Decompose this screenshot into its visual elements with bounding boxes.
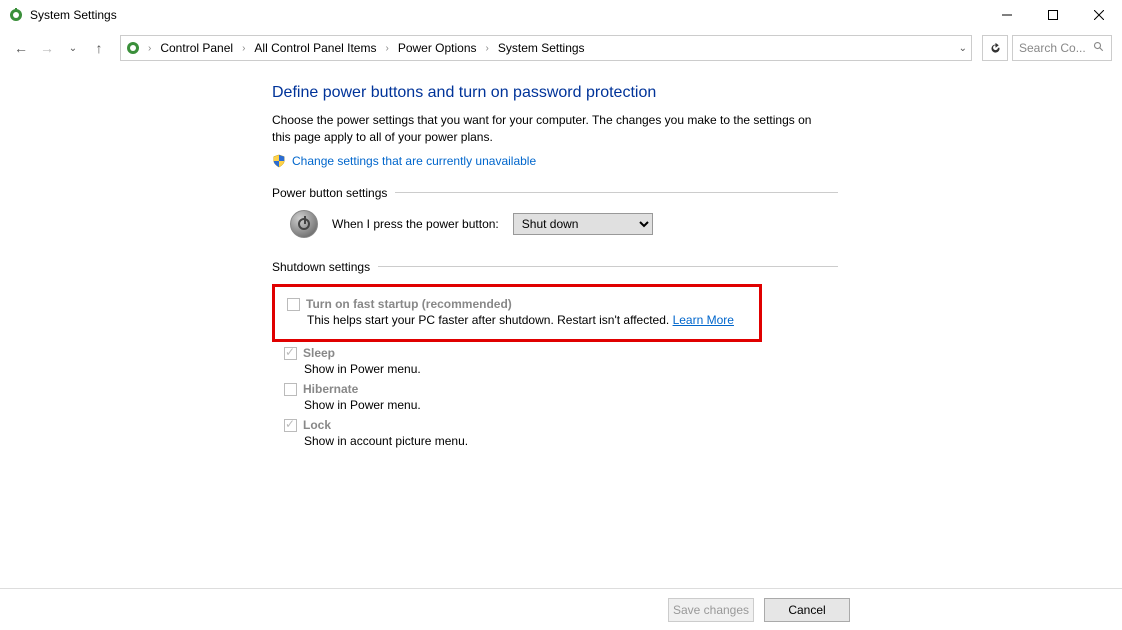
power-icon bbox=[290, 210, 318, 238]
save-button[interactable]: Save changes bbox=[668, 598, 754, 622]
search-placeholder: Search Co... bbox=[1019, 41, 1086, 55]
sleep-desc: Show in Power menu. bbox=[304, 362, 838, 376]
breadcrumb-item[interactable]: All Control Panel Items bbox=[252, 41, 378, 55]
shutdown-settings-list: Turn on fast startup (recommended) This … bbox=[272, 284, 838, 448]
hibernate-row: Hibernate bbox=[284, 382, 838, 396]
nav-row: ← → ⌄ ↑ › Control Panel › All Control Pa… bbox=[0, 30, 1122, 66]
breadcrumb-icon bbox=[125, 40, 141, 56]
divider bbox=[395, 192, 838, 193]
footer: Save changes Cancel bbox=[0, 588, 1122, 630]
app-icon bbox=[8, 7, 24, 23]
maximize-button[interactable] bbox=[1030, 0, 1076, 30]
divider bbox=[378, 266, 838, 267]
chevron-right-icon: › bbox=[382, 43, 391, 54]
close-button[interactable] bbox=[1076, 0, 1122, 30]
fast-startup-label: Turn on fast startup (recommended) bbox=[306, 297, 512, 311]
back-button[interactable]: ← bbox=[10, 37, 32, 59]
change-settings-link[interactable]: Change settings that are currently unava… bbox=[292, 154, 536, 168]
forward-button[interactable]: → bbox=[36, 37, 58, 59]
window-title: System Settings bbox=[30, 8, 117, 22]
fast-startup-checkbox bbox=[287, 298, 300, 311]
lock-checkbox bbox=[284, 419, 297, 432]
recent-dropdown[interactable]: ⌄ bbox=[62, 37, 84, 59]
fast-startup-desc: This helps start your PC faster after sh… bbox=[307, 313, 747, 327]
title-bar: System Settings bbox=[0, 0, 1122, 30]
chevron-down-icon[interactable]: ⌄ bbox=[959, 43, 967, 54]
shield-icon bbox=[272, 154, 286, 168]
search-input[interactable]: Search Co... bbox=[1012, 35, 1112, 61]
minimize-button[interactable] bbox=[984, 0, 1030, 30]
up-button[interactable]: ↑ bbox=[88, 37, 110, 59]
window-controls bbox=[984, 0, 1122, 30]
breadcrumb-item[interactable]: Control Panel bbox=[158, 41, 235, 55]
cancel-button[interactable]: Cancel bbox=[764, 598, 850, 622]
section-label: Shutdown settings bbox=[272, 260, 370, 274]
page-subtitle: Choose the power settings that you want … bbox=[272, 112, 832, 146]
breadcrumb-item[interactable]: System Settings bbox=[496, 41, 587, 55]
lock-row: Lock bbox=[284, 418, 838, 432]
chevron-right-icon: › bbox=[239, 43, 248, 54]
shutdown-section-header: Shutdown settings bbox=[272, 260, 838, 274]
fast-startup-row: Turn on fast startup (recommended) bbox=[287, 297, 747, 311]
sleep-label: Sleep bbox=[303, 346, 335, 360]
chevron-right-icon: › bbox=[145, 43, 154, 54]
chevron-right-icon: › bbox=[483, 43, 492, 54]
search-icon bbox=[1093, 41, 1105, 56]
breadcrumb-item[interactable]: Power Options bbox=[396, 41, 479, 55]
hibernate-checkbox bbox=[284, 383, 297, 396]
power-button-select[interactable]: Shut down bbox=[513, 213, 653, 235]
sleep-row: Sleep bbox=[284, 346, 838, 360]
lock-label: Lock bbox=[303, 418, 331, 432]
hibernate-label: Hibernate bbox=[303, 382, 358, 396]
breadcrumb[interactable]: › Control Panel › All Control Panel Item… bbox=[120, 35, 972, 61]
lock-desc: Show in account picture menu. bbox=[304, 434, 838, 448]
power-button-label: When I press the power button: bbox=[332, 217, 499, 231]
content-area: Define power buttons and turn on passwor… bbox=[0, 66, 838, 448]
page-title: Define power buttons and turn on passwor… bbox=[272, 84, 838, 102]
fast-startup-highlight: Turn on fast startup (recommended) This … bbox=[272, 284, 762, 342]
sleep-checkbox bbox=[284, 347, 297, 360]
power-button-section-header: Power button settings bbox=[272, 186, 838, 200]
change-settings-row: Change settings that are currently unava… bbox=[272, 154, 838, 168]
section-label: Power button settings bbox=[272, 186, 387, 200]
hibernate-desc: Show in Power menu. bbox=[304, 398, 838, 412]
power-button-row: When I press the power button: Shut down bbox=[290, 210, 838, 238]
learn-more-link[interactable]: Learn More bbox=[673, 313, 734, 327]
refresh-button[interactable] bbox=[982, 35, 1008, 61]
